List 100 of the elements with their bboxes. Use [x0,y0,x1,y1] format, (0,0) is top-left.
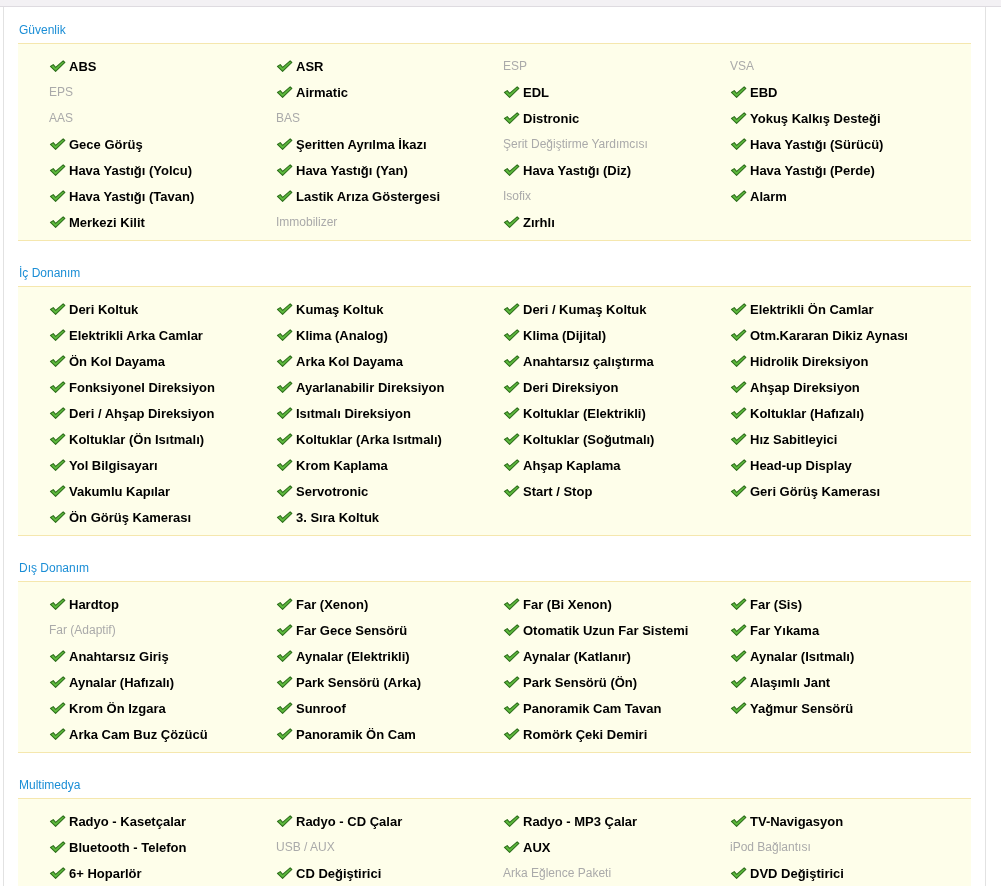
feature-label: Deri Koltuk [69,301,139,317]
feature-label: Park Sensörü (Arka) [296,674,421,690]
feature-label: Koltuklar (Ön Isıtmalı) [69,431,205,447]
feature-label: Far (Xenon) [296,596,369,612]
feature-label: Hava Yastığı (Sürücü) [750,136,884,152]
feature-label: Ön Görüş Kamerası [69,509,192,525]
feature-label: Kumaş Koltuk [296,301,384,317]
feature-label: Radyo - MP3 Çalar [523,813,638,829]
section-title: Multimedya [19,778,82,794]
feature-label: Ön Kol Dayama [69,353,166,369]
feature-label: Fonksiyonel Direksiyon [69,379,215,395]
feature-label: ABS [69,58,97,74]
feature-label: Deri / Ahşap Direksiyon [69,405,215,421]
feature-label: Vakumlu Kapılar [69,483,171,499]
feature-label: Lastik Arıza Göstergesi [296,188,440,204]
feature-label: Sunroof [296,700,346,716]
feature-label: Hidrolik Direksiyon [750,353,869,369]
feature-label: TV-Navigasyon [750,813,844,829]
feature-label: Radyo - Kasetçalar [69,813,187,829]
feature-label: Arka Kol Dayama [296,353,403,369]
feature-label: Ahşap Direksiyon [750,379,860,395]
feature-label: Elektrikli Ön Camlar [750,301,874,317]
feature-label: Bluetooth - Telefon [69,839,187,855]
feature-label: Far (Sis) [750,596,802,612]
feature-label: Elektrikli Arka Camlar [69,327,203,343]
section-title: Güvenlik [19,23,67,39]
feature-label: Deri Direksiyon [523,379,619,395]
feature-label: Isofix [503,189,531,203]
feature-label: Ayarlanabilir Direksiyon [296,379,445,395]
feature-label: Merkezi Kilit [69,214,145,230]
feature-label: Isıtmalı Direksiyon [296,405,411,421]
feature-label: Ahşap Kaplama [523,457,621,473]
feature-label: Otomatik Uzun Far Sistemi [523,622,689,638]
feature-label: Aynalar (Isıtmalı) [750,648,855,664]
feature-label: Otm.Kararan Dikiz Aynası [750,327,908,343]
feature-label: Koltuklar (Elektrikli) [523,405,646,421]
feature-label: Servotronic [296,483,369,499]
feature-label: BAS [276,111,300,125]
feature-label: Start / Stop [523,483,593,499]
feature-label: Krom Ön Izgara [69,700,166,716]
feature-label: Arka Eğlence Paketi [503,866,612,880]
feature-label: Far Yıkama [750,622,820,638]
feature-label: Head-up Display [750,457,852,473]
section-title: Dış Donanım [19,561,91,577]
feature-label: Hava Yastığı (Yan) [296,162,408,178]
feature-label: Klima (Dijital) [523,327,607,343]
feature-label: 6+ Hoparlör [69,865,142,881]
feature-label: Airmatic [296,84,349,100]
feature-label: EDL [523,84,549,100]
feature-label: Klima (Analog) [296,327,388,343]
feature-label: ASR [296,58,324,74]
feature-label: Koltuklar (Soğutmalı) [523,431,655,447]
feature-label: Radyo - CD Çalar [296,813,403,829]
feature-label: AUX [523,839,551,855]
feature-label: Zırhlı [523,214,555,230]
feature-label: Alaşımlı Jant [750,674,831,690]
feature-label: Hava Yastığı (Yolcu) [69,162,193,178]
feature-label: Geri Görüş Kamerası [750,483,881,499]
feature-label: Yağmur Sensörü [750,700,854,716]
feature-label: Aynalar (Katlanır) [523,648,631,664]
feature-label: Yokuş Kalkış Desteği [750,110,881,126]
feature-label: CD Değiştirici [296,865,382,881]
feature-label: Anahtarsız Giriş [69,648,169,664]
feature-label: Hava Yastığı (Diz) [523,162,632,178]
feature-label: Hava Yastığı (Tavan) [69,188,195,204]
feature-label: Hava Yastığı (Perde) [750,162,875,178]
feature-label: Distronic [523,110,580,126]
feature-label: DVD Değiştirici [750,865,844,881]
feature-label: Krom Kaplama [296,457,388,473]
feature-label: Gece Görüş [69,136,143,152]
feature-label: Koltuklar (Hafızalı) [750,405,865,421]
feature-label: Hardtop [69,596,119,612]
feature-label: Panoramik Cam Tavan [523,700,662,716]
feature-label: Şeritten Ayrılma İkazı [296,136,427,152]
feature-label: Park Sensörü (Ön) [523,674,638,690]
feature-label: Şerit Değiştirme Yardımcısı [503,137,648,151]
feature-label: EBD [750,84,778,100]
feature-label: EPS [49,85,73,99]
feature-label: Far (Adaptif) [49,623,116,637]
feature-label: Far Gece Sensörü [296,622,408,638]
feature-label: Anahtarsız çalıştırma [523,353,654,369]
feature-label: Romörk Çeki Demiri [523,726,648,742]
feature-label: ESP [503,59,527,73]
feature-label: iPod Bağlantısı [730,840,811,854]
feature-label: Koltuklar (Arka Isıtmalı) [296,431,442,447]
feature-label: Aynalar (Hafızalı) [69,674,174,690]
feature-label: Far (Bi Xenon) [523,596,612,612]
feature-label: Alarm [750,188,787,204]
feature-label: VSA [730,59,754,73]
feature-label: USB / AUX [276,840,335,854]
feature-label: 3. Sıra Koltuk [296,509,380,525]
section-title: İç Donanım [19,266,82,282]
feature-label: AAS [49,111,73,125]
feature-label: Arka Cam Buz Çözücü [69,726,208,742]
feature-label: Aynalar (Elektrikli) [296,648,410,664]
feature-label: Deri / Kumaş Koltuk [523,301,647,317]
feature-label: Yol Bilgisayarı [69,457,158,473]
feature-label: Immobilizer [276,215,338,229]
feature-label: Hız Sabitleyici [750,431,838,447]
feature-label: Panoramik Ön Cam [296,726,416,742]
